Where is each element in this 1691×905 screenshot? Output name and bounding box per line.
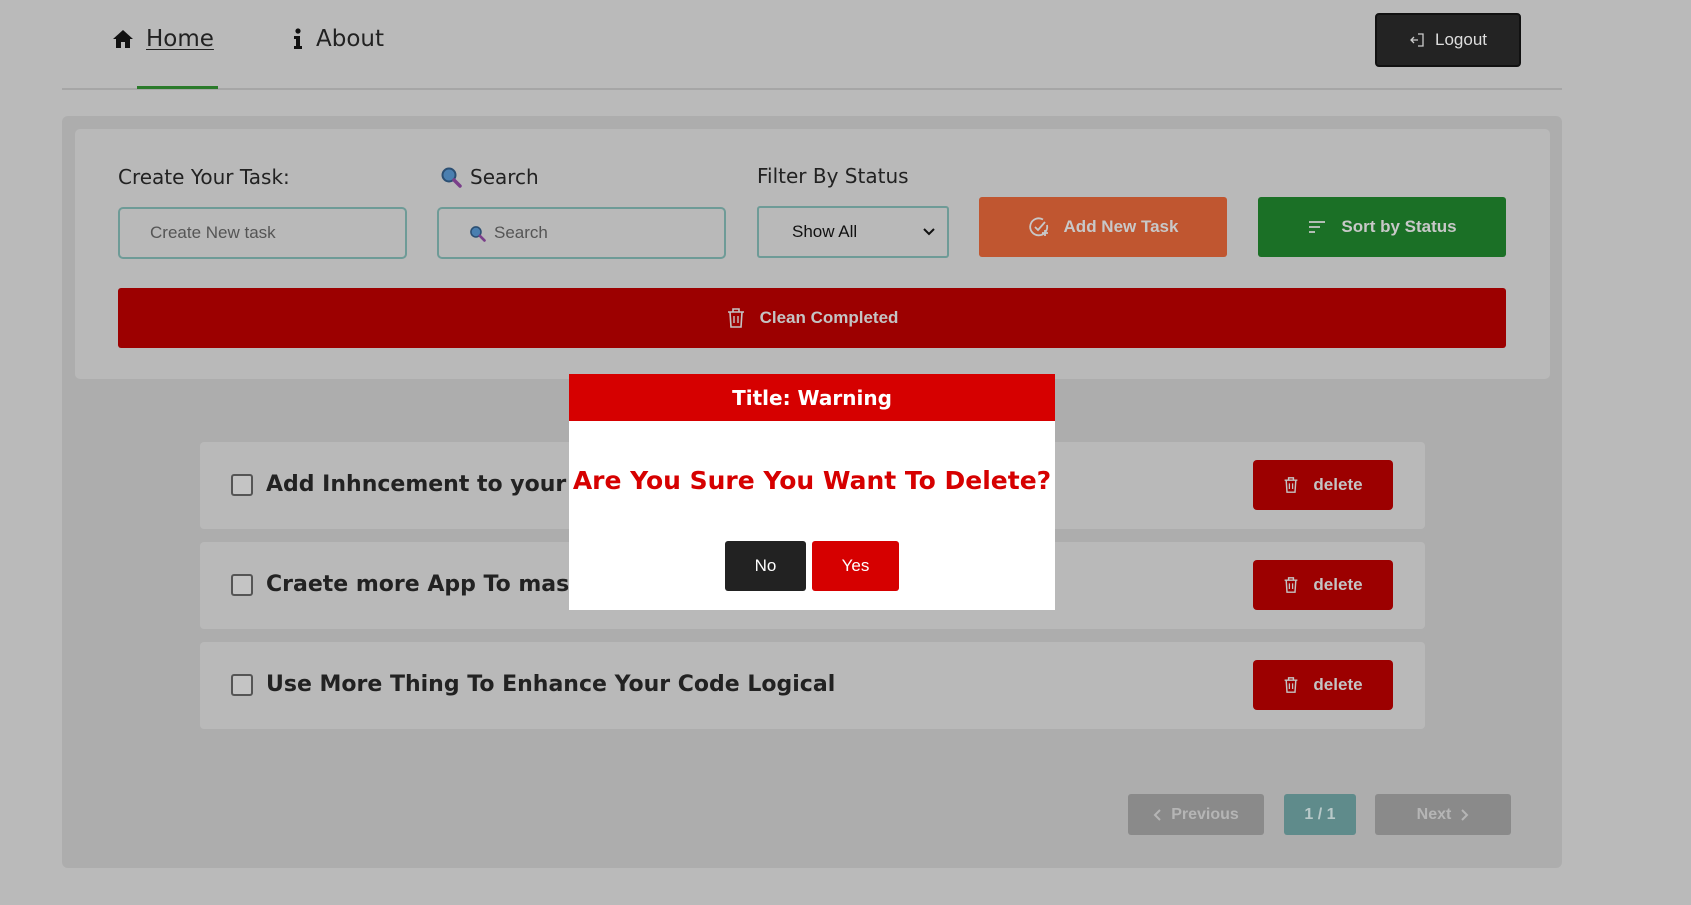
search-label-group: Search [440,165,539,189]
sort-label: Sort by Status [1341,217,1457,236]
sort-by-status-button[interactable]: Sort by Status [1258,197,1506,257]
clean-completed-label: Clean Completed [759,308,899,327]
home-icon [112,29,134,49]
task-checkbox[interactable] [231,674,253,696]
delete-label: delete [1313,475,1363,494]
logout-label: Logout [1435,30,1487,49]
create-task-input[interactable]: Create New task [118,207,407,259]
task-checkbox[interactable] [231,574,253,596]
modal-no-button[interactable]: No [725,541,806,591]
nav-about-link[interactable]: About [292,26,384,52]
create-task-label: Create Your Task: [118,165,290,189]
logout-icon [1409,32,1425,48]
create-task-placeholder: Create New task [150,223,276,242]
logout-button[interactable]: Logout [1375,13,1521,67]
task-item: Use More Thing To Enhance Your Code Logi… [200,642,1425,729]
task-title: Use More Thing To Enhance Your Code Logi… [266,672,836,697]
clean-completed-button[interactable]: Clean Completed [118,288,1506,348]
active-tab-indicator [137,86,218,89]
delete-task-button[interactable]: delete [1253,560,1393,610]
confirm-delete-modal: Title: Warning Are You Sure You Want To … [569,374,1055,610]
search-placeholder: Search [494,223,548,242]
top-nav: Home About [62,0,1562,90]
status-filter-select[interactable]: Show All [757,206,949,258]
modal-title: Title: Warning [569,374,1055,421]
add-task-icon [1028,216,1050,238]
search-input[interactable]: Search [437,207,726,259]
nav-home-label: Home [146,26,214,52]
task-checkbox[interactable] [231,474,253,496]
trash-icon [1283,476,1299,494]
modal-yes-button[interactable]: Yes [812,541,899,591]
previous-page-button[interactable]: Previous [1128,794,1264,835]
next-label: Next [1416,805,1452,823]
nav-home-link[interactable]: Home [112,26,214,52]
delete-task-button[interactable]: delete [1253,660,1393,710]
modal-message: Are You Sure You Want To Delete? [572,466,1052,495]
delete-label: delete [1313,575,1363,594]
add-task-label: Add New Task [1063,217,1179,236]
chevron-down-icon [923,228,935,236]
status-filter-value: Show All [792,222,858,241]
nav-about-label: About [316,26,385,52]
trash-icon [726,307,746,329]
sort-icon [1307,219,1327,235]
search-input-icon [469,225,486,242]
page-indicator: 1 / 1 [1284,794,1356,835]
chevron-left-icon [1153,808,1161,821]
delete-task-button[interactable]: delete [1253,460,1393,510]
trash-icon [1283,576,1299,594]
delete-label: delete [1313,675,1363,694]
info-icon [292,28,304,50]
add-task-button[interactable]: Add New Task [979,197,1227,257]
search-label: Search [470,165,539,189]
chevron-right-icon [1461,808,1469,821]
previous-label: Previous [1171,805,1239,823]
filter-label: Filter By Status [757,164,909,188]
next-page-button[interactable]: Next [1375,794,1511,835]
trash-icon [1283,676,1299,694]
search-icon [440,166,462,188]
